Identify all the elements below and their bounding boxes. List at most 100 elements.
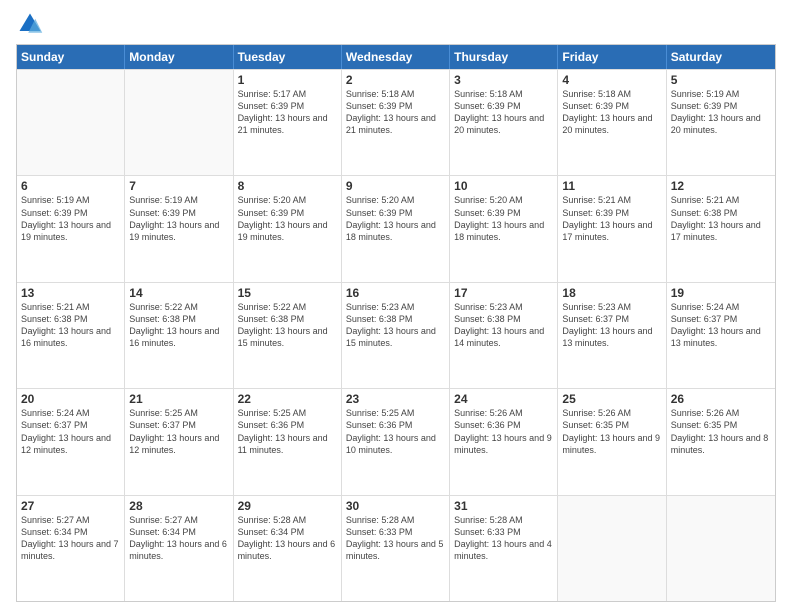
day-info: Sunrise: 5:28 AM Sunset: 6:34 PM Dayligh… [238, 514, 337, 563]
day-number: 11 [562, 179, 661, 193]
day-info: Sunrise: 5:26 AM Sunset: 6:36 PM Dayligh… [454, 407, 553, 456]
day-number: 21 [129, 392, 228, 406]
day-number: 1 [238, 73, 337, 87]
day-info: Sunrise: 5:23 AM Sunset: 6:38 PM Dayligh… [346, 301, 445, 350]
day-cell-19: 19Sunrise: 5:24 AM Sunset: 6:37 PM Dayli… [667, 283, 775, 388]
empty-cell [17, 70, 125, 175]
day-cell-31: 31Sunrise: 5:28 AM Sunset: 6:33 PM Dayli… [450, 496, 558, 601]
day-number: 6 [21, 179, 120, 193]
empty-cell [125, 70, 233, 175]
day-info: Sunrise: 5:21 AM Sunset: 6:38 PM Dayligh… [21, 301, 120, 350]
day-info: Sunrise: 5:21 AM Sunset: 6:39 PM Dayligh… [562, 194, 661, 243]
day-cell-10: 10Sunrise: 5:20 AM Sunset: 6:39 PM Dayli… [450, 176, 558, 281]
calendar-week-4: 20Sunrise: 5:24 AM Sunset: 6:37 PM Dayli… [17, 388, 775, 494]
day-info: Sunrise: 5:22 AM Sunset: 6:38 PM Dayligh… [129, 301, 228, 350]
day-cell-2: 2Sunrise: 5:18 AM Sunset: 6:39 PM Daylig… [342, 70, 450, 175]
day-number: 7 [129, 179, 228, 193]
day-cell-30: 30Sunrise: 5:28 AM Sunset: 6:33 PM Dayli… [342, 496, 450, 601]
calendar-week-5: 27Sunrise: 5:27 AM Sunset: 6:34 PM Dayli… [17, 495, 775, 601]
calendar-week-1: 1Sunrise: 5:17 AM Sunset: 6:39 PM Daylig… [17, 69, 775, 175]
day-cell-29: 29Sunrise: 5:28 AM Sunset: 6:34 PM Dayli… [234, 496, 342, 601]
day-info: Sunrise: 5:27 AM Sunset: 6:34 PM Dayligh… [129, 514, 228, 563]
day-info: Sunrise: 5:21 AM Sunset: 6:38 PM Dayligh… [671, 194, 771, 243]
day-cell-14: 14Sunrise: 5:22 AM Sunset: 6:38 PM Dayli… [125, 283, 233, 388]
day-cell-26: 26Sunrise: 5:26 AM Sunset: 6:35 PM Dayli… [667, 389, 775, 494]
day-cell-20: 20Sunrise: 5:24 AM Sunset: 6:37 PM Dayli… [17, 389, 125, 494]
day-cell-16: 16Sunrise: 5:23 AM Sunset: 6:38 PM Dayli… [342, 283, 450, 388]
day-info: Sunrise: 5:24 AM Sunset: 6:37 PM Dayligh… [21, 407, 120, 456]
day-number: 15 [238, 286, 337, 300]
day-number: 13 [21, 286, 120, 300]
day-info: Sunrise: 5:22 AM Sunset: 6:38 PM Dayligh… [238, 301, 337, 350]
day-info: Sunrise: 5:23 AM Sunset: 6:37 PM Dayligh… [562, 301, 661, 350]
day-cell-23: 23Sunrise: 5:25 AM Sunset: 6:36 PM Dayli… [342, 389, 450, 494]
day-number: 31 [454, 499, 553, 513]
calendar: SundayMondayTuesdayWednesdayThursdayFrid… [16, 44, 776, 602]
day-number: 27 [21, 499, 120, 513]
day-info: Sunrise: 5:25 AM Sunset: 6:37 PM Dayligh… [129, 407, 228, 456]
header-day-wednesday: Wednesday [342, 45, 450, 69]
day-cell-11: 11Sunrise: 5:21 AM Sunset: 6:39 PM Dayli… [558, 176, 666, 281]
empty-cell [558, 496, 666, 601]
day-number: 28 [129, 499, 228, 513]
day-number: 22 [238, 392, 337, 406]
day-info: Sunrise: 5:18 AM Sunset: 6:39 PM Dayligh… [454, 88, 553, 137]
header [16, 10, 776, 38]
day-info: Sunrise: 5:19 AM Sunset: 6:39 PM Dayligh… [21, 194, 120, 243]
day-info: Sunrise: 5:27 AM Sunset: 6:34 PM Dayligh… [21, 514, 120, 563]
header-day-thursday: Thursday [450, 45, 558, 69]
day-cell-27: 27Sunrise: 5:27 AM Sunset: 6:34 PM Dayli… [17, 496, 125, 601]
day-cell-8: 8Sunrise: 5:20 AM Sunset: 6:39 PM Daylig… [234, 176, 342, 281]
page: SundayMondayTuesdayWednesdayThursdayFrid… [0, 0, 792, 612]
day-number: 25 [562, 392, 661, 406]
day-number: 18 [562, 286, 661, 300]
calendar-body: 1Sunrise: 5:17 AM Sunset: 6:39 PM Daylig… [17, 69, 775, 601]
day-cell-12: 12Sunrise: 5:21 AM Sunset: 6:38 PM Dayli… [667, 176, 775, 281]
header-day-monday: Monday [125, 45, 233, 69]
day-cell-4: 4Sunrise: 5:18 AM Sunset: 6:39 PM Daylig… [558, 70, 666, 175]
day-info: Sunrise: 5:20 AM Sunset: 6:39 PM Dayligh… [238, 194, 337, 243]
header-day-tuesday: Tuesday [234, 45, 342, 69]
day-cell-7: 7Sunrise: 5:19 AM Sunset: 6:39 PM Daylig… [125, 176, 233, 281]
day-info: Sunrise: 5:18 AM Sunset: 6:39 PM Dayligh… [346, 88, 445, 137]
day-cell-24: 24Sunrise: 5:26 AM Sunset: 6:36 PM Dayli… [450, 389, 558, 494]
day-number: 5 [671, 73, 771, 87]
header-day-sunday: Sunday [17, 45, 125, 69]
day-info: Sunrise: 5:24 AM Sunset: 6:37 PM Dayligh… [671, 301, 771, 350]
day-number: 12 [671, 179, 771, 193]
day-number: 23 [346, 392, 445, 406]
day-info: Sunrise: 5:18 AM Sunset: 6:39 PM Dayligh… [562, 88, 661, 137]
day-cell-22: 22Sunrise: 5:25 AM Sunset: 6:36 PM Dayli… [234, 389, 342, 494]
day-info: Sunrise: 5:28 AM Sunset: 6:33 PM Dayligh… [454, 514, 553, 563]
day-number: 29 [238, 499, 337, 513]
logo-icon [16, 10, 44, 38]
day-number: 24 [454, 392, 553, 406]
day-cell-13: 13Sunrise: 5:21 AM Sunset: 6:38 PM Dayli… [17, 283, 125, 388]
day-number: 10 [454, 179, 553, 193]
day-cell-21: 21Sunrise: 5:25 AM Sunset: 6:37 PM Dayli… [125, 389, 233, 494]
day-number: 8 [238, 179, 337, 193]
day-cell-28: 28Sunrise: 5:27 AM Sunset: 6:34 PM Dayli… [125, 496, 233, 601]
day-cell-15: 15Sunrise: 5:22 AM Sunset: 6:38 PM Dayli… [234, 283, 342, 388]
day-cell-5: 5Sunrise: 5:19 AM Sunset: 6:39 PM Daylig… [667, 70, 775, 175]
day-cell-1: 1Sunrise: 5:17 AM Sunset: 6:39 PM Daylig… [234, 70, 342, 175]
day-cell-18: 18Sunrise: 5:23 AM Sunset: 6:37 PM Dayli… [558, 283, 666, 388]
empty-cell [667, 496, 775, 601]
day-number: 19 [671, 286, 771, 300]
logo [16, 10, 48, 38]
day-number: 17 [454, 286, 553, 300]
day-cell-25: 25Sunrise: 5:26 AM Sunset: 6:35 PM Dayli… [558, 389, 666, 494]
day-cell-6: 6Sunrise: 5:19 AM Sunset: 6:39 PM Daylig… [17, 176, 125, 281]
day-info: Sunrise: 5:25 AM Sunset: 6:36 PM Dayligh… [238, 407, 337, 456]
day-info: Sunrise: 5:20 AM Sunset: 6:39 PM Dayligh… [346, 194, 445, 243]
day-info: Sunrise: 5:28 AM Sunset: 6:33 PM Dayligh… [346, 514, 445, 563]
calendar-header-row: SundayMondayTuesdayWednesdayThursdayFrid… [17, 45, 775, 69]
header-day-friday: Friday [558, 45, 666, 69]
day-number: 2 [346, 73, 445, 87]
day-info: Sunrise: 5:26 AM Sunset: 6:35 PM Dayligh… [671, 407, 771, 456]
day-number: 14 [129, 286, 228, 300]
calendar-week-3: 13Sunrise: 5:21 AM Sunset: 6:38 PM Dayli… [17, 282, 775, 388]
day-number: 4 [562, 73, 661, 87]
day-number: 9 [346, 179, 445, 193]
calendar-week-2: 6Sunrise: 5:19 AM Sunset: 6:39 PM Daylig… [17, 175, 775, 281]
